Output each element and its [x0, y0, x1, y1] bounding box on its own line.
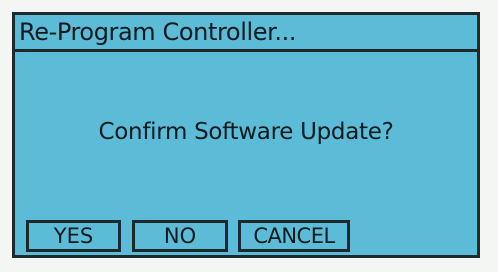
device-screen-frame: Re-Program Controller... Confirm Softwar…: [0, 0, 498, 272]
yes-button[interactable]: YES: [26, 220, 121, 252]
cancel-button[interactable]: CANCEL: [238, 220, 350, 252]
confirm-message: Confirm Software Update?: [98, 119, 394, 145]
lcd-dialog: Re-Program Controller... Confirm Softwar…: [12, 12, 480, 258]
dialog-title: Re-Program Controller...: [19, 18, 297, 46]
dialog-title-bar: Re-Program Controller...: [15, 15, 477, 52]
no-button[interactable]: NO: [132, 220, 228, 252]
